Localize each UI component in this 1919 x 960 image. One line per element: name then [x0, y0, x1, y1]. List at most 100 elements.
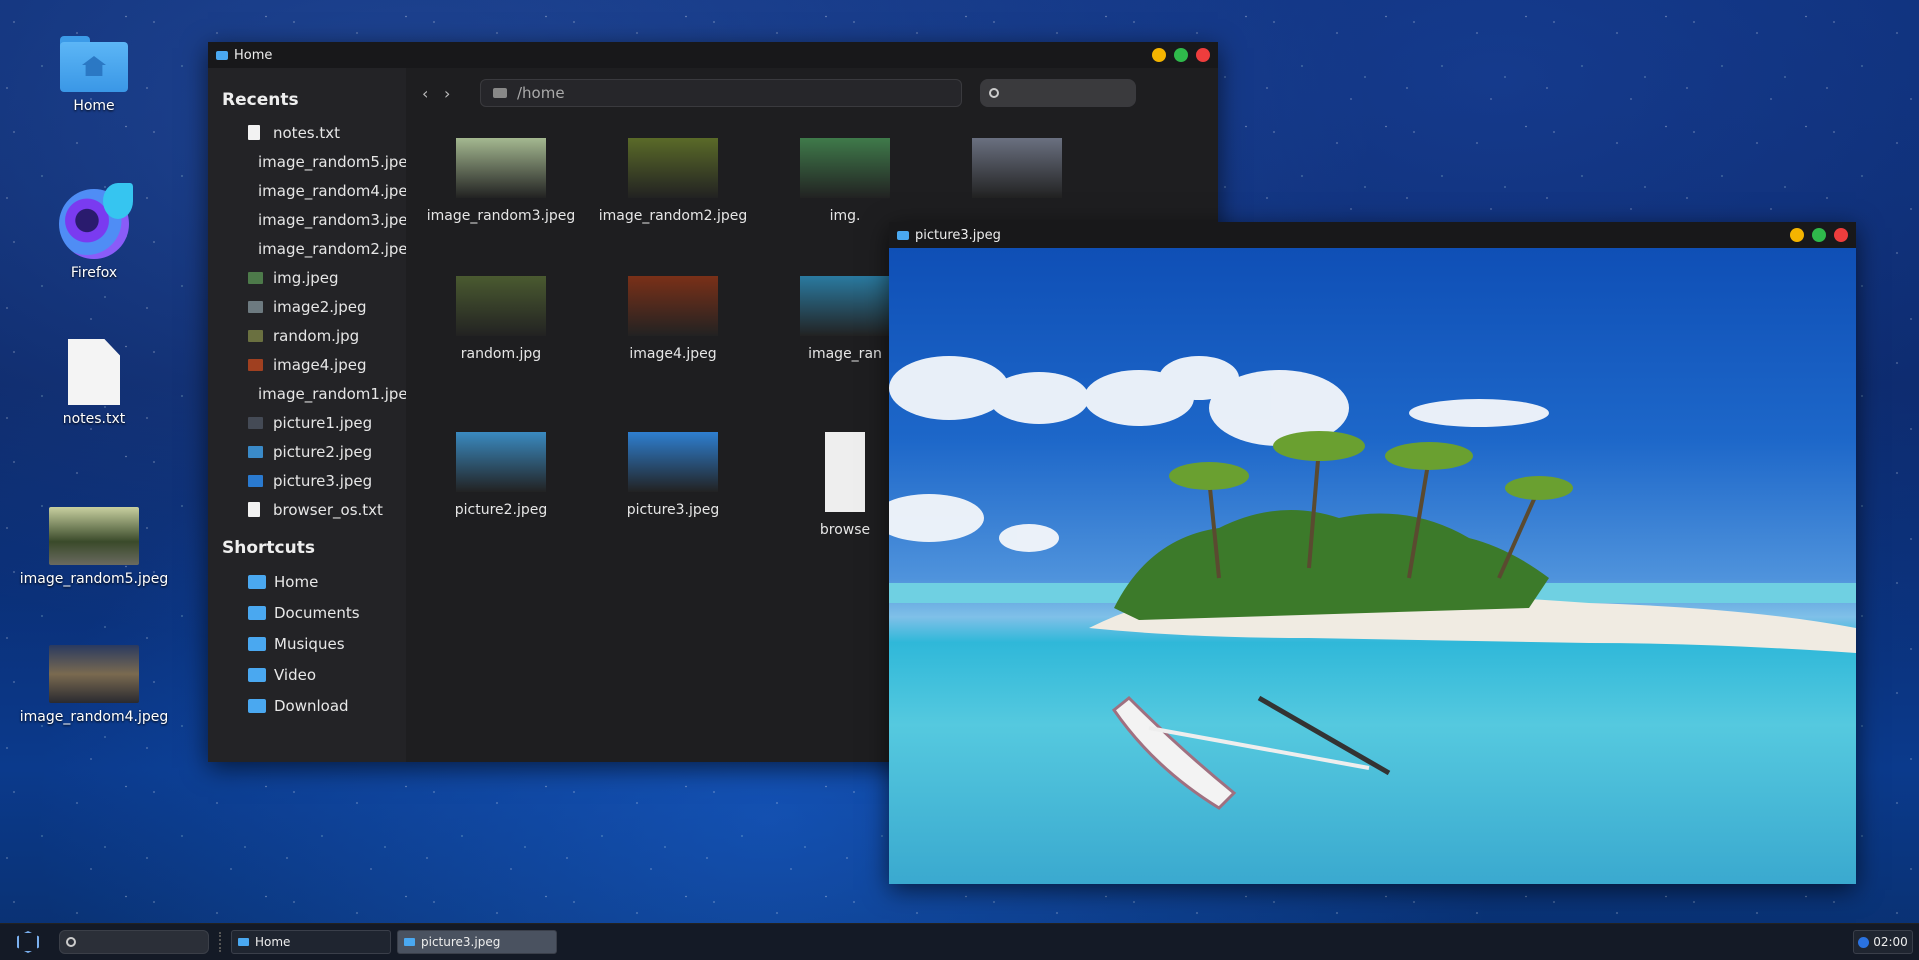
file-label: random.jpg [460, 346, 542, 362]
search-icon [66, 937, 76, 947]
window-title: picture3.jpeg [915, 227, 1001, 243]
taskbar: Home picture3.jpeg 02:00 [0, 923, 1919, 960]
recent-item-label: notes.txt [273, 123, 341, 142]
shortcut-label: Documents [274, 603, 360, 622]
tropical-island-photo [889, 356, 1856, 810]
recent-item[interactable]: image_random4.jpeg [222, 176, 417, 205]
image-thumbnail-icon [628, 432, 718, 492]
shortcut-label: Download [274, 696, 349, 715]
taskbar-task[interactable]: Home [231, 930, 391, 954]
image-thumbnail-icon [456, 276, 546, 336]
image-thumbnail-icon [456, 138, 546, 198]
folder-icon [216, 50, 228, 60]
recent-item-label: image4.jpeg [273, 355, 367, 374]
recent-item[interactable]: picture3.jpeg [222, 466, 406, 495]
recent-item[interactable]: image_random1.jpeg [222, 379, 417, 408]
desktop-icon-image-random5[interactable]: image_random5.jpeg [19, 507, 169, 587]
taskbar-task[interactable]: picture3.jpeg [397, 930, 557, 954]
text-file-icon [248, 502, 260, 517]
image-thumbnail-icon [248, 300, 263, 313]
image-thumbnail-icon [248, 474, 263, 487]
recent-item-label: random.jpg [273, 326, 360, 345]
recent-item[interactable]: picture2.jpeg [222, 437, 406, 466]
app-menu-icon[interactable] [17, 931, 39, 953]
globe-icon [1858, 936, 1870, 948]
recent-item[interactable]: image_random2.jpeg [222, 234, 417, 263]
file-item[interactable] [942, 138, 1092, 208]
desktop-icon-notes[interactable]: notes.txt [19, 339, 169, 427]
image-thumbnail-icon [248, 329, 263, 342]
taskbar-task-label: picture3.jpeg [421, 935, 501, 949]
desktop-icon-label: image_random4.jpeg [19, 709, 169, 725]
file-item[interactable]: random.jpg [426, 276, 576, 362]
file-item[interactable]: picture3.jpeg [598, 432, 748, 518]
shortcut-item[interactable]: Musiques [222, 628, 406, 659]
shortcut-label: Musiques [274, 634, 345, 653]
title-bar[interactable]: Home [208, 42, 1218, 68]
recent-item[interactable]: browser_os.txt [222, 495, 406, 524]
recents-list: notes.txt image_random5.jpeg image_random4… [222, 118, 417, 524]
recent-item-label: browser_os.txt [273, 500, 383, 519]
window-title: Home [234, 47, 273, 63]
file-item[interactable]: image4.jpeg [598, 276, 748, 362]
maximize-button[interactable] [1812, 228, 1826, 242]
file-item[interactable]: picture2.jpeg [426, 432, 576, 518]
forward-icon[interactable]: › [444, 84, 456, 103]
desktop-icon-firefox[interactable]: Firefox [19, 183, 169, 281]
recent-item[interactable]: img.jpeg [222, 263, 406, 292]
recent-item[interactable]: image2.jpeg [222, 292, 406, 321]
shortcut-item[interactable]: Video [222, 659, 406, 690]
shortcut-item[interactable]: Home [222, 566, 406, 597]
folder-icon [248, 636, 266, 651]
minimize-button[interactable] [1152, 48, 1166, 62]
recent-item[interactable]: picture1.jpeg [222, 408, 406, 437]
taskbar-separator [219, 932, 221, 952]
desktop-icon-image-random4[interactable]: image_random4.jpeg [19, 645, 169, 725]
path-bar[interactable]: /home [480, 79, 962, 107]
clock-time: 02:00 [1873, 935, 1908, 949]
folder-icon [248, 667, 266, 682]
path-text: /home [517, 84, 565, 102]
recent-item-label: image_random2.jpeg [258, 239, 418, 258]
file-label: image4.jpeg [629, 346, 717, 362]
close-button[interactable] [1834, 228, 1848, 242]
taskbar-task-label: Home [255, 935, 291, 949]
recent-item[interactable]: image4.jpeg [222, 350, 406, 379]
taskbar-search-input[interactable] [59, 930, 209, 954]
file-item[interactable]: image_random2.jpeg [598, 138, 748, 224]
recent-item[interactable]: image_random3.jpeg [222, 205, 417, 234]
recent-item[interactable]: image_random5.jpeg [222, 147, 417, 176]
image-thumbnail-icon [456, 432, 546, 492]
image-thumbnail-icon [800, 276, 890, 336]
close-button[interactable] [1196, 48, 1210, 62]
image-thumbnail-icon [800, 138, 890, 198]
toolbar: ‹ › /home [406, 68, 1218, 118]
image-canvas [889, 248, 1856, 884]
recent-item[interactable]: notes.txt [222, 118, 406, 147]
clock[interactable]: 02:00 [1853, 930, 1913, 954]
back-icon[interactable]: ‹ [422, 84, 434, 103]
recent-item[interactable]: random.jpg [222, 321, 406, 350]
recent-item-label: image_random3.jpeg [258, 210, 418, 229]
text-file-icon [68, 339, 120, 405]
folder-icon [248, 698, 266, 713]
file-label: picture3.jpeg [626, 502, 720, 518]
recent-item-label: picture2.jpeg [273, 442, 373, 461]
task-list: Home picture3.jpeg [231, 930, 563, 954]
search-input[interactable] [980, 79, 1136, 107]
file-item[interactable]: image_random3.jpeg [426, 138, 576, 224]
minimize-button[interactable] [1790, 228, 1804, 242]
image-thumbnail-icon [49, 507, 139, 565]
shortcut-label: Home [274, 572, 319, 591]
shortcut-label: Video [274, 665, 317, 684]
shortcut-item[interactable]: Download [222, 690, 406, 721]
desktop-icon-home[interactable]: Home [19, 36, 169, 114]
shortcut-item[interactable]: Documents [222, 597, 406, 628]
title-bar[interactable]: picture3.jpeg [889, 222, 1856, 248]
desktop-icon-label: image_random5.jpeg [19, 571, 169, 587]
maximize-button[interactable] [1174, 48, 1188, 62]
file-item[interactable]: img. [770, 138, 920, 224]
image-thumbnail-icon [248, 358, 263, 371]
file-label: image_random3.jpeg [426, 208, 576, 224]
image-thumbnail-icon [628, 138, 718, 198]
